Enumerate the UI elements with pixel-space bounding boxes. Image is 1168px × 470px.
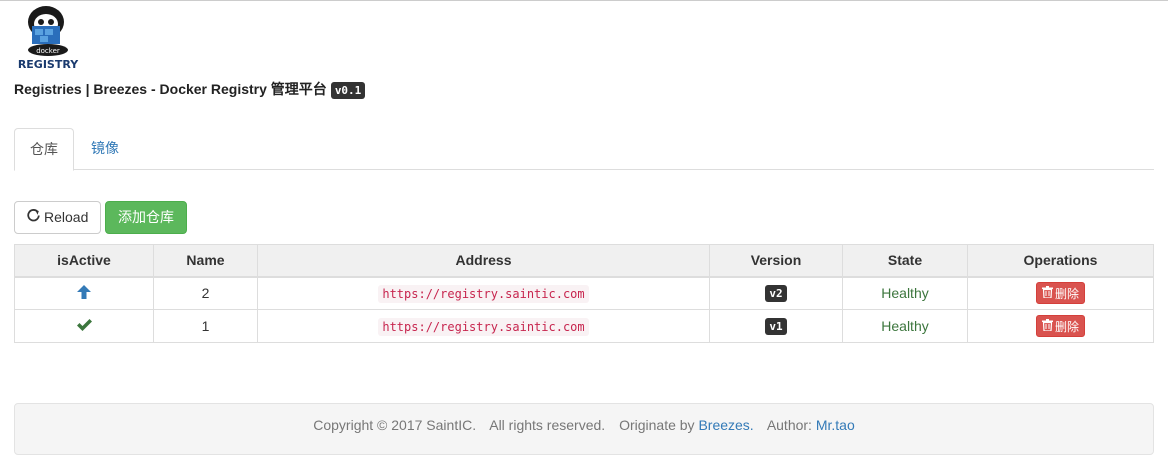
version-cell: v1 <box>709 309 843 343</box>
version-badge: v2 <box>765 285 787 303</box>
page-title: Registries | Breezes - Docker Registry 管… <box>14 79 366 99</box>
column-header-address: Address <box>257 244 710 278</box>
operations-cell: 删除 <box>967 276 1154 310</box>
tab-bar: 仓库 镜像 <box>14 128 1154 171</box>
trash-icon <box>1041 285 1053 301</box>
column-header-operations: Operations <box>967 244 1154 278</box>
reload-button[interactable]: Reload <box>14 201 101 234</box>
reload-label: Reload <box>44 209 89 225</box>
add-repository-button[interactable]: 添加仓库 <box>105 201 187 234</box>
footer-author-prefix: Author: <box>766 417 812 433</box>
version-cell: v2 <box>709 276 843 310</box>
column-header-state: State <box>842 244 968 278</box>
delete-label: 删除 <box>1054 286 1079 301</box>
address-cell: https://registry.saintic.com <box>257 309 710 343</box>
page-title-text: Registries | Breezes - Docker Registry 管… <box>14 81 327 97</box>
docker-registry-logo: docker REGISTRY <box>16 4 80 74</box>
table-row: 2 https://registry.saintic.com v2 Health… <box>14 276 1154 310</box>
trash-icon <box>1041 318 1053 334</box>
column-header-name: Name <box>153 244 258 278</box>
column-header-isactive: isActive <box>14 244 154 278</box>
breezes-link[interactable]: Breezes. <box>698 417 753 433</box>
active-cell <box>14 276 154 310</box>
footer-copyright: Copyright © 2017 SaintIC. <box>313 417 477 433</box>
table-header-row: isActive Name Address Version State Oper… <box>14 244 1154 278</box>
delete-button[interactable]: 删除 <box>1035 282 1085 305</box>
tab-images[interactable]: 镜像 <box>76 128 134 170</box>
state-cell: Healthy <box>842 309 968 343</box>
arrow-up-icon <box>76 284 92 303</box>
address-cell: https://registry.saintic.com <box>257 276 710 310</box>
check-icon <box>76 318 93 335</box>
address-code: https://registry.saintic.com <box>378 318 589 336</box>
name-cell: 1 <box>153 309 258 343</box>
svg-text:docker: docker <box>36 47 60 55</box>
delete-label: 删除 <box>1054 319 1079 334</box>
table-row: 1 https://registry.saintic.com v1 Health… <box>14 309 1154 343</box>
refresh-icon <box>27 202 40 233</box>
operations-cell: 删除 <box>967 309 1154 343</box>
state-cell: Healthy <box>842 276 968 310</box>
footer-originate-prefix: Originate by <box>619 417 695 433</box>
address-code: https://registry.saintic.com <box>378 285 589 304</box>
version-badge: v0.1 <box>330 82 366 99</box>
column-header-version: Version <box>709 244 843 278</box>
registry-table: isActive Name Address Version State Oper… <box>14 244 1154 343</box>
footer-rights: All rights reserved. <box>489 417 606 433</box>
delete-button[interactable]: 删除 <box>1035 315 1085 337</box>
footer: Copyright © 2017 SaintIC. All rights res… <box>14 403 1154 455</box>
active-cell <box>14 309 154 343</box>
name-cell: 2 <box>153 276 258 310</box>
tab-repositories[interactable]: 仓库 <box>14 128 74 171</box>
version-badge: v1 <box>765 318 787 335</box>
author-link[interactable]: Mr.tao <box>816 417 855 433</box>
svg-text:REGISTRY: REGISTRY <box>18 58 79 71</box>
